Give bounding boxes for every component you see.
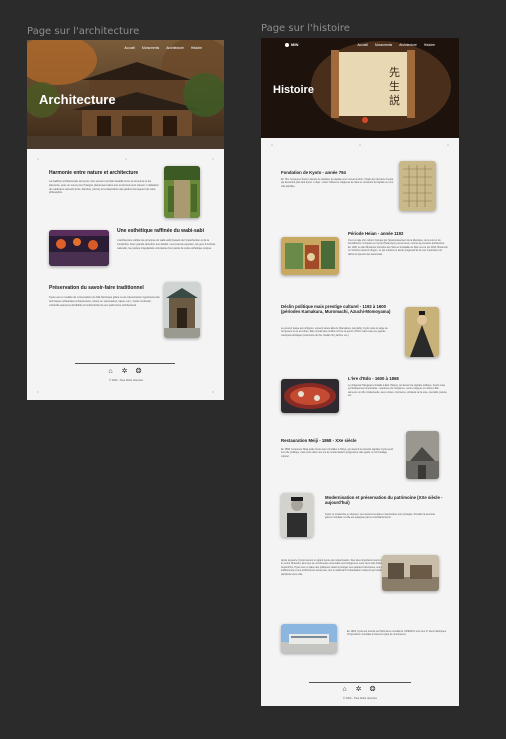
nav-architecture[interactable]: Architecture (166, 46, 184, 50)
section-body-modernisation: Kyoto se modernise en douceur. Les ancie… (325, 513, 435, 520)
section-body-savoir-faire: Kyoto est un modèle de conservation du b… (49, 296, 160, 307)
section-body-meiji: En 1868, l'empereur Meiji quitte Kyoto p… (281, 448, 393, 458)
decor-dot (271, 144, 273, 146)
decor-dot (37, 158, 39, 160)
nav-accueil[interactable]: Accueil (357, 43, 368, 47)
section-body-harmonie: La tradition architecturale de Kyoto, tr… (49, 180, 159, 195)
street-photo-image (382, 555, 439, 591)
architecture-page: Accueil Monuments Architecture Histoire … (27, 40, 224, 400)
nav-monuments[interactable]: Monuments (375, 43, 392, 47)
edo-painting-image (281, 379, 339, 413)
section-title-declin: Déclin politique mais prestige culturel … (281, 304, 391, 314)
nav-monuments[interactable]: Monuments (142, 46, 159, 50)
page-title: Architecture (39, 92, 116, 107)
site-logo[interactable]: MIN (285, 42, 298, 47)
lantern-street-image (49, 230, 109, 266)
decor-dot (212, 391, 214, 393)
section-title-modernisation: Modernisation et préservation du patrimo… (325, 495, 443, 505)
gear-icon[interactable]: ✲ (355, 686, 362, 693)
temple-icon[interactable]: ⌂ (341, 686, 348, 693)
svg-text:説: 説 (389, 93, 400, 107)
gear-icon[interactable]: ✲ (121, 368, 128, 375)
samurai-portrait-image (405, 307, 439, 357)
footer-divider (309, 682, 411, 683)
section-title-harmonie: Harmonie entre nature et architecture (49, 170, 139, 176)
nav-histoire[interactable]: Histoire (191, 46, 202, 50)
modern-building-image (281, 624, 337, 653)
heian-painting-image (281, 237, 339, 275)
section-title-edo: L'ère d'Edo - 1600 à 1868 (348, 376, 399, 381)
section-title-savoir-faire: Préservation du savoir-faire traditionne… (49, 285, 144, 291)
histoire-page: 先 生 説 MIN Accueil Monuments Architecture… (261, 38, 459, 706)
section-body-edo: Le shōgunat Tokugawa s'installe à Edo (T… (348, 384, 448, 398)
copyright: © 2024 - Tous droits réservés (109, 379, 143, 382)
copyright: © 2024 - Tous droits réservés (343, 697, 377, 700)
temple-gate-image (164, 282, 200, 338)
emperor-portrait-image (281, 493, 313, 537)
logo-icon (285, 42, 289, 47)
logo-text: MIN (291, 42, 299, 47)
section-body-declin: Le pouvoir passe aux shōguns, souvent si… (281, 327, 388, 337)
emblem-icon[interactable]: ❂ (369, 686, 376, 693)
meiji-photo-image (406, 431, 439, 479)
section-body-unesco: En 1994, Kyoto est inscrite au Patrimoin… (347, 630, 447, 637)
page-title: Histoire (273, 84, 314, 96)
section-title-wabi-sabi: Une esthétique raffinée du wabi-sabi (117, 228, 204, 234)
nav-histoire[interactable]: Histoire (424, 43, 435, 47)
decor-dot (447, 144, 449, 146)
histoire-nav: Accueil Monuments Architecture Histoire (357, 43, 435, 47)
decor-dot (212, 158, 214, 160)
nav-architecture[interactable]: Architecture (399, 43, 417, 47)
footer-divider (75, 363, 175, 364)
frame-label-architecture: Page sur l'architecture (27, 26, 140, 37)
decor-dot (125, 158, 127, 160)
section-body-apres-guerre: Après la guerre, Kyoto devient un grand … (281, 559, 389, 576)
section-title-heian: Période Heian - année 1192 (348, 231, 404, 236)
emblem-icon[interactable]: ❂ (135, 368, 142, 375)
section-title-fondation: Fondation de Kyoto - année 794 (281, 170, 346, 175)
architecture-nav: Accueil Monuments Architecture Histoire (124, 46, 202, 50)
decor-dot (37, 391, 39, 393)
section-body-fondation: En 794, l'empereur Kanmu décide de dépla… (281, 178, 394, 188)
histoire-hero: 先 生 説 MIN Accueil Monuments Architecture… (261, 38, 459, 138)
svg-text:生: 生 (389, 79, 400, 93)
architecture-hero: Accueil Monuments Architecture Histoire … (27, 40, 224, 149)
nav-accueil[interactable]: Accueil (124, 46, 135, 50)
garden-path-image (164, 166, 200, 218)
temple-icon[interactable]: ⌂ (107, 368, 114, 375)
frame-label-histoire: Page sur l'histoire (261, 23, 350, 34)
decor-dot (359, 144, 361, 146)
old-map-image (399, 161, 436, 211)
section-body-wabi-sabi: L'architecture reflète les principes du … (117, 239, 216, 250)
section-title-meiji: Restauration Meiji - 1868 - XXe siècle (281, 438, 357, 443)
section-body-heian: C'est un âge d'or culturel marqué par l'… (348, 239, 448, 256)
svg-text:先: 先 (389, 66, 400, 79)
